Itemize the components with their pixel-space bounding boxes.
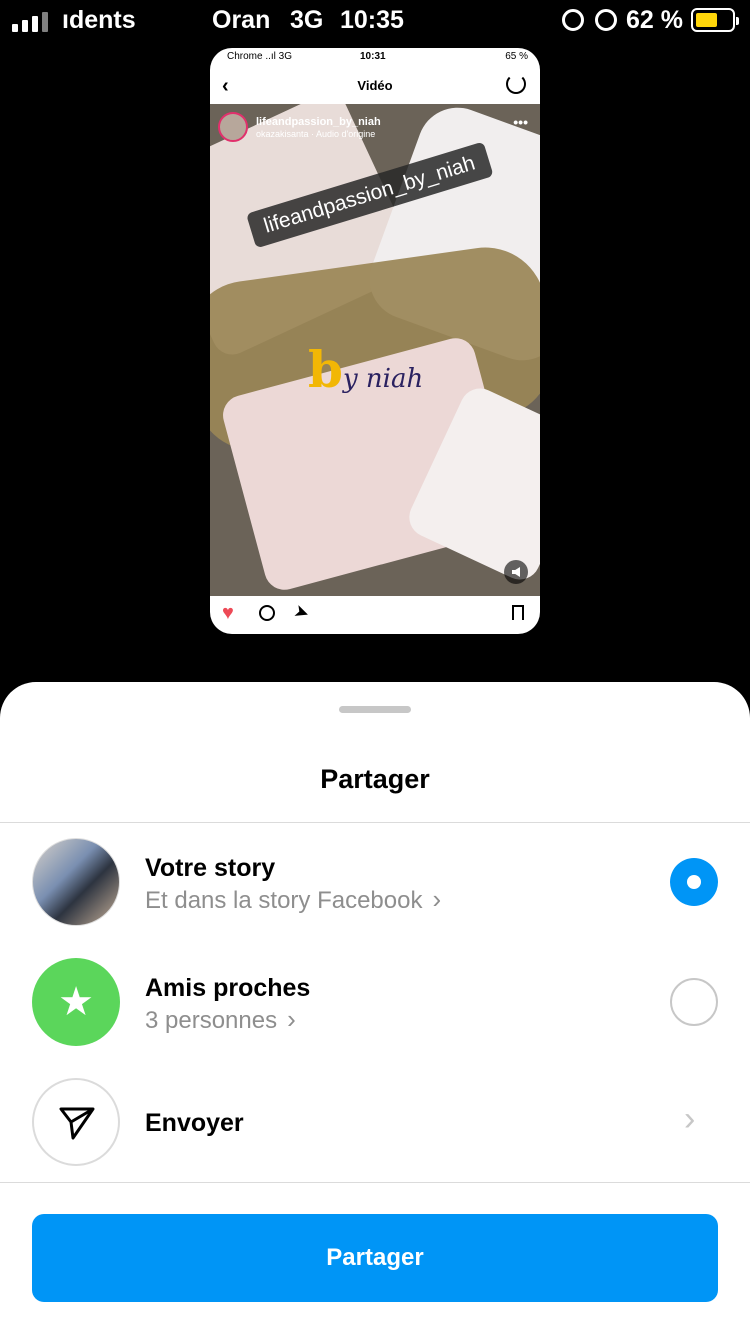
- story-radio-selected[interactable]: [670, 858, 718, 906]
- row-title: Votre story: [145, 854, 276, 882]
- network-type: 3G: [290, 6, 324, 34]
- chevron-right-icon: ›: [287, 1004, 296, 1034]
- row-title: Amis proches: [145, 974, 311, 1002]
- more-icon: •••: [513, 114, 528, 130]
- preview-header: ‹ Vidéo: [210, 66, 540, 104]
- paper-plane-icon: [59, 1107, 95, 1140]
- battery-icon: [691, 8, 739, 32]
- row-your-story[interactable]: Votre story Et dans la story Facebook ›: [0, 834, 750, 934]
- share-button[interactable]: Partager: [32, 1214, 718, 1302]
- sheet-title: Partager: [320, 764, 430, 794]
- clock: 10:35: [340, 6, 404, 34]
- divider: [0, 1182, 750, 1183]
- preview-title: Vidéo: [357, 78, 393, 93]
- battery-fill: [696, 13, 717, 27]
- mute-icon: [504, 560, 528, 584]
- preview-action-bar: ♥ ➤: [210, 596, 540, 634]
- close-friends-icon: ★: [32, 958, 120, 1046]
- send-icon: ➤: [291, 600, 313, 625]
- status-bar: ıdents Oran 3G 10:35 62 %: [0, 0, 750, 44]
- alarm-icon: [595, 9, 617, 31]
- bookmark-icon: [512, 605, 524, 620]
- preview-username: lifeandpassion_by_niah: [256, 116, 381, 128]
- story-preview: Chrome ..ıl 3G 10:31 65 % ‹ Vidéo lifean…: [210, 48, 540, 634]
- preview-status-bar: Chrome ..ıl 3G 10:31 65 %: [210, 48, 540, 66]
- watermark-logo: by niah: [308, 340, 424, 399]
- battery-percent: 62 %: [626, 6, 683, 34]
- heart-icon: ♥: [222, 602, 234, 624]
- preview-audio: okazakisanta · Audio d'origine: [256, 129, 376, 139]
- row-subtitle[interactable]: 3 personnes ›: [145, 1004, 296, 1035]
- video-frame: lifeandpassion_by_niah okazakisanta · Au…: [210, 104, 540, 596]
- row-subtitle[interactable]: Et dans la story Facebook ›: [145, 884, 441, 915]
- chevron-right-icon: ›: [684, 1100, 696, 1138]
- avatar: [218, 112, 248, 142]
- drag-handle[interactable]: [339, 706, 411, 713]
- star-icon: ★: [58, 980, 94, 1024]
- avatar: [32, 838, 120, 926]
- preview-clock: 10:31: [360, 51, 386, 62]
- carrier-label: ıdents: [62, 6, 136, 34]
- preview-carrier: Chrome ..ıl 3G: [227, 51, 293, 62]
- comment-icon: [259, 605, 275, 621]
- signal-icon: [12, 10, 48, 32]
- preview-battery: 65 %: [505, 51, 528, 62]
- carrier-label-2: Oran: [212, 6, 271, 34]
- close-friends-radio[interactable]: [670, 978, 718, 1026]
- send-icon-wrap: [32, 1078, 120, 1166]
- share-sheet: Partager Votre story Et dans la story Fa…: [0, 682, 750, 1334]
- chevron-right-icon: ›: [432, 884, 442, 914]
- divider: [0, 822, 750, 823]
- row-send[interactable]: Envoyer ›: [0, 1074, 750, 1174]
- row-close-friends[interactable]: ★ Amis proches 3 personnes ›: [0, 954, 750, 1054]
- row-title: Envoyer: [145, 1109, 244, 1137]
- reload-icon: [506, 74, 526, 94]
- rotation-lock-icon: [562, 9, 584, 31]
